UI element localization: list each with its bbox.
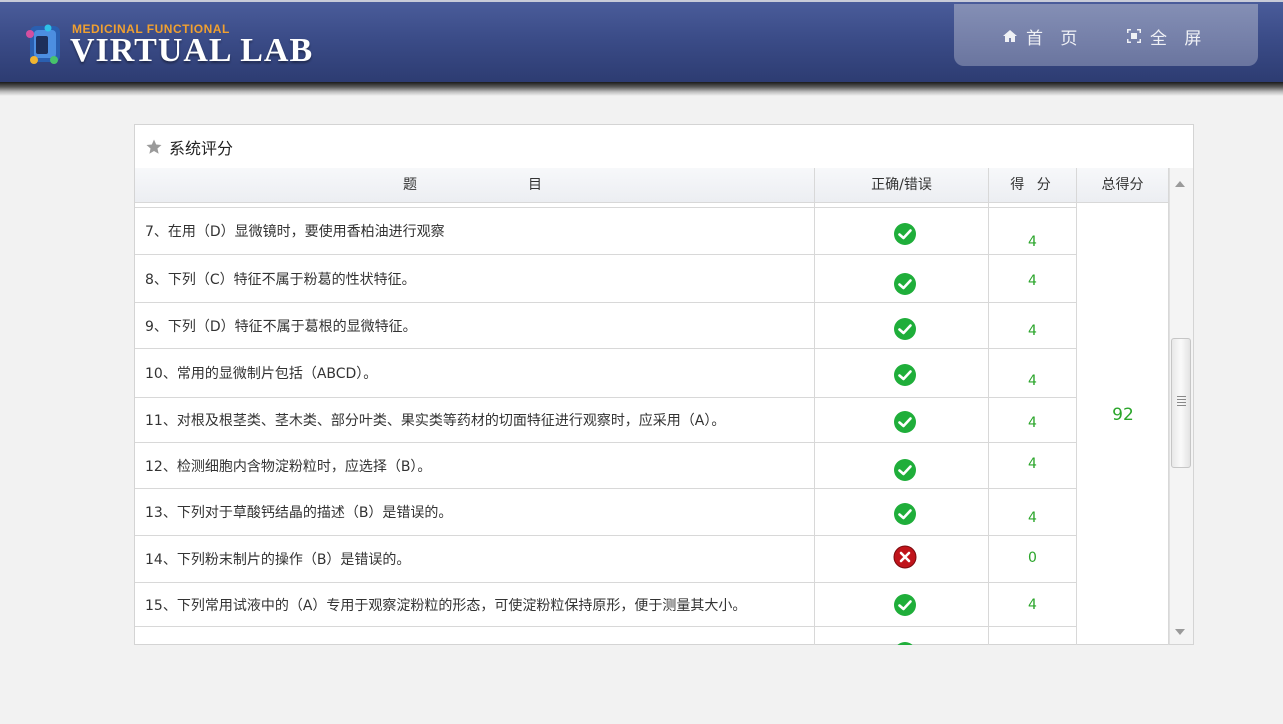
score-value: 4 — [989, 349, 1077, 397]
score-panel: 系统评分 题 目 正确/错误 得 分 总得分 7、在用（D）显微镜时，要使用香柏… — [134, 124, 1194, 645]
column-header-question-b: 目 — [528, 177, 542, 193]
correctness-cell — [815, 489, 989, 535]
table-row: 8、下列（C）特征不属于粉葛的性状特征。 4 — [135, 255, 1077, 303]
scroll-up-arrow-icon[interactable] — [1175, 181, 1185, 187]
score-value: 4 — [989, 489, 1077, 535]
table-row: 7、在用（D）显微镜时，要使用香柏油进行观察 4 — [135, 208, 1077, 255]
star-icon — [146, 139, 162, 154]
total-score-cell: 92 — [1077, 203, 1169, 645]
score-value: 4 — [989, 583, 1077, 626]
correctness-cell — [815, 349, 989, 397]
table-row: 13、下列对于草酸钙结晶的描述（B）是错误的。 4 — [135, 489, 1077, 536]
check-icon — [894, 223, 916, 245]
table-row: 10、常用的显微制片包括（ABCD）。 4 — [135, 349, 1077, 398]
score-value: 4 — [989, 398, 1077, 442]
panel-header: 系统评分 — [135, 125, 1193, 169]
check-icon — [894, 273, 916, 295]
logo: MEDICINAL FUNCTIONAL VIRTUAL LAB — [24, 18, 324, 74]
question-text: 10、常用的显微制片包括（ABCD）。 — [135, 349, 815, 397]
table-row: 12、检测细胞内含物淀粉粒时，应选择（B）。 4 — [135, 443, 1077, 489]
correctness-cell — [815, 536, 989, 582]
cross-icon — [893, 545, 917, 569]
question-text: 12、检测细胞内含物淀粉粒时，应选择（B）。 — [135, 443, 815, 488]
table-header: 题 目 正确/错误 得 分 总得分 — [135, 168, 1193, 203]
score-value: 4 — [989, 208, 1077, 254]
check-icon — [894, 318, 916, 340]
table-row: 15、下列常用试液中的（A）专用于观察淀粉粒的形态，可使淀粉粒保持原形，便于测量… — [135, 583, 1077, 627]
fullscreen-label: 全 屏 — [1150, 28, 1208, 49]
home-label: 首 页 — [1026, 28, 1084, 49]
logo-mark-icon — [26, 24, 60, 64]
score-value: 4 — [989, 443, 1077, 488]
score-value: 0 — [989, 536, 1077, 582]
correctness-cell — [815, 398, 989, 442]
table-body[interactable]: 7、在用（D）显微镜时，要使用香柏油进行观察 4 8、下列（C）特征不属于粉葛的性状… — [135, 203, 1169, 645]
fullscreen-icon — [1127, 29, 1141, 43]
question-text: 8、下列（C）特征不属于粉葛的性状特征。 — [135, 255, 815, 302]
logo-title: VIRTUAL LAB — [70, 32, 314, 69]
home-button[interactable]: 首 页 — [1002, 24, 1084, 49]
column-header-question: 题 目 — [135, 168, 815, 202]
correctness-cell — [815, 303, 989, 348]
question-text: 7、在用（D）显微镜时，要使用香柏油进行观察 — [135, 208, 815, 254]
nav-panel: 首 页 全 屏 — [954, 4, 1258, 66]
column-header-correct: 正确/错误 — [815, 168, 989, 202]
app-header: MEDICINAL FUNCTIONAL VIRTUAL LAB 首 页 全 屏 — [0, 0, 1283, 82]
correctness-cell — [815, 255, 989, 302]
scroll-down-arrow-icon[interactable] — [1175, 629, 1185, 635]
question-text: 15、下列常用试液中的（A）专用于观察淀粉粒的形态，可使淀粉粒保持原形，便于测量… — [135, 583, 815, 626]
table-row: 14、下列粉末制片的操作（B）是错误的。 0 — [135, 536, 1077, 583]
check-icon — [897, 642, 913, 645]
home-icon — [1003, 30, 1017, 42]
question-text: 11、对根及根茎类、茎木类、部分叶类、果实类等药材的切面特征进行观察时，应采用（… — [135, 398, 815, 442]
question-text: 14、下列粉末制片的操作（B）是错误的。 — [135, 536, 815, 582]
correctness-cell — [815, 208, 989, 254]
question-text: 13、下列对于草酸钙结晶的描述（B）是错误的。 — [135, 489, 815, 535]
correctness-cell — [815, 443, 989, 488]
question-text: 9、下列（D）特征不属于葛根的显微特征。 — [135, 303, 815, 348]
table-row: 9、下列（D）特征不属于葛根的显微特征。 4 — [135, 303, 1077, 349]
check-icon — [894, 503, 916, 525]
column-header-score: 得 分 — [989, 168, 1077, 202]
score-value: 4 — [989, 255, 1077, 302]
total-score-value: 92 — [1112, 405, 1134, 425]
column-header-total: 总得分 — [1077, 168, 1169, 202]
vertical-scrollbar[interactable] — [1169, 168, 1193, 644]
fullscreen-button[interactable]: 全 屏 — [1126, 24, 1208, 49]
check-icon — [894, 364, 916, 386]
scrollbar-thumb[interactable] — [1171, 338, 1191, 468]
grip-icon — [1177, 396, 1186, 406]
column-header-question-a: 题 — [403, 177, 417, 193]
header-shadow — [0, 82, 1283, 96]
check-icon — [894, 594, 916, 616]
check-icon — [894, 459, 916, 481]
panel-title: 系统评分 — [169, 138, 234, 158]
table-row: 11、对根及根茎类、茎木类、部分叶类、果实类等药材的切面特征进行观察时，应采用（… — [135, 398, 1077, 443]
check-icon — [894, 411, 916, 433]
table-row-partial-bottom — [135, 627, 1077, 645]
correctness-cell — [815, 583, 989, 626]
score-value: 4 — [989, 303, 1077, 348]
